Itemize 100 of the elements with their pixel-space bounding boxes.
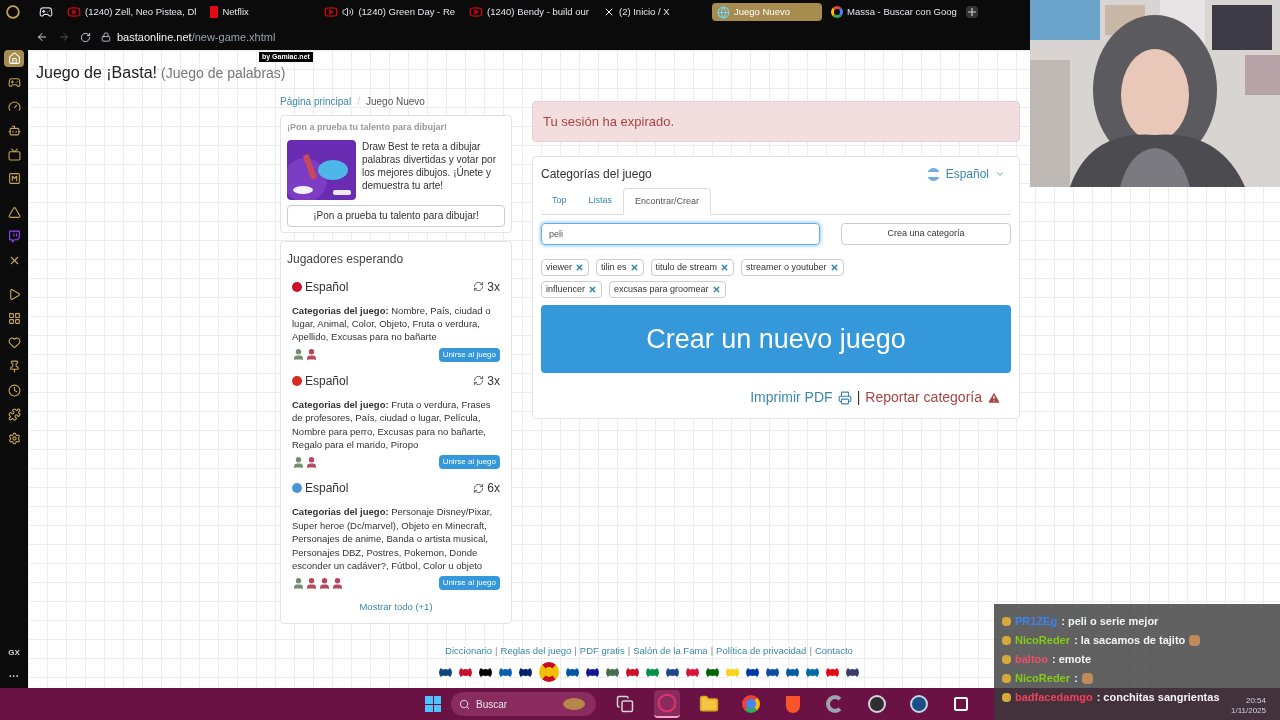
grid-icon [7, 312, 21, 325]
language-label: Español [305, 480, 349, 498]
category-tab[interactable]: Top [541, 188, 578, 214]
category-search-field[interactable]: peli [541, 223, 820, 245]
remove-icon[interactable] [711, 285, 721, 294]
taskbar-search-field[interactable]: Buscar [451, 692, 596, 716]
rounds-icon [473, 375, 485, 387]
chat-message: : emote [1052, 651, 1092, 667]
print-link[interactable]: Imprimir PDF [750, 387, 852, 408]
browser-tab[interactable]: Netflix [205, 3, 316, 21]
sidebar-button[interactable] [4, 50, 24, 67]
chat-username: baltoo [1015, 651, 1048, 667]
heart-icon [7, 336, 21, 349]
language-dropdown[interactable]: Español [926, 165, 1005, 183]
clock-icon [7, 384, 21, 397]
link-separator: | [710, 643, 714, 658]
browser-tab[interactable]: (1240) Green Day - Re [319, 3, 461, 21]
category-tag[interactable]: tilin es [596, 259, 644, 276]
m-square-icon [7, 172, 21, 185]
chat-message: : [1074, 670, 1078, 686]
play-icon [67, 5, 81, 19]
link-separator: | [856, 388, 861, 407]
page-subtitle: (Juego de palabras) [160, 64, 286, 83]
chat-bubble-icon [7, 230, 21, 243]
gauge-icon [7, 100, 21, 113]
play-icon [324, 5, 339, 19]
browser-tab[interactable]: (1240) Zell, Neo Pistea, Dl [62, 3, 202, 21]
chat-message: : la sacamos de tajito [1074, 632, 1186, 648]
link-separator: | [809, 643, 812, 658]
search-icon [459, 698, 470, 710]
triangle-icon [7, 206, 21, 219]
caret-icon [995, 169, 1005, 179]
reload-icon[interactable] [80, 31, 91, 43]
lion-shield-icon [786, 695, 800, 713]
alert-text: Tu sesión ha expirado. [543, 112, 675, 131]
remove-icon[interactable] [588, 285, 598, 294]
remove-icon[interactable] [720, 263, 730, 272]
rounds-count: 6x [487, 480, 500, 498]
show-all-link[interactable]: Mostrar todo (+1) [359, 600, 433, 615]
report-link[interactable]: Reportar categoría [865, 387, 1001, 408]
tab-title: Massa - Buscar con Goog [846, 4, 957, 19]
promo-button[interactable]: ¡Pon a prueba tu talento para dibujar! [287, 204, 505, 227]
address-field[interactable]: bastaonline.net/new-game.xhtml [117, 28, 276, 46]
flag-icon [926, 167, 940, 181]
browser-logo-icon[interactable] [6, 5, 20, 19]
category-tag[interactable]: titulo de stream [650, 259, 735, 276]
category-tag[interactable]: viewer [541, 259, 589, 276]
footer-link[interactable]: Diccionario [445, 643, 493, 658]
back-icon[interactable] [36, 31, 48, 43]
browser-tab[interactable]: (2) Inicio / X [597, 3, 708, 21]
rounds-icon [473, 482, 485, 494]
gx-label[interactable]: GX [8, 647, 20, 659]
footer-link[interactable]: Salón de la Fama [633, 643, 708, 658]
flag-icon[interactable] [539, 662, 559, 682]
browser-tab[interactable]: (1240) Bendy - build our [464, 3, 594, 21]
printer-icon [837, 390, 852, 405]
ring-icon [657, 693, 677, 713]
rounds-count: 3x [487, 278, 500, 296]
tab-title: Netflix [222, 4, 249, 19]
footer-link[interactable]: PDF gratis [579, 643, 625, 658]
home-icon [7, 52, 21, 65]
promo-heading: ¡Pon a prueba tu talento para dibujar! [287, 121, 448, 134]
category-tag[interactable]: excusas para groomear [609, 281, 726, 298]
remove-icon[interactable] [829, 263, 839, 272]
promo-text: Draw Best te reta a dibujar palabras divertidas y votar por los mejores dibujos. ¡Únete y demuestra tu arte! [362, 139, 497, 193]
category-tab[interactable]: Encontrar/Crear [623, 188, 712, 215]
footer-link[interactable]: Reglas del juego [500, 643, 572, 658]
gamepad-icon [39, 5, 53, 19]
breadcrumb-link[interactable]: Página principal [280, 93, 352, 109]
footer-link[interactable]: Contacto [814, 643, 853, 658]
category-tag[interactable]: influencer [541, 281, 603, 298]
lock-icon [101, 32, 111, 42]
chat-username: badfacedamgo [1015, 689, 1093, 705]
chrome-icon [742, 695, 760, 713]
remove-icon[interactable] [575, 263, 584, 272]
page-title: Juego de ¡Basta! [36, 63, 157, 83]
more-label[interactable]: ··· [9, 669, 19, 684]
rounds-count: 3x [487, 372, 500, 390]
windows-start-icon[interactable] [425, 696, 441, 712]
gamepad-icon [7, 76, 21, 89]
tab-title: (1240) Green Day - Re [358, 4, 456, 19]
browser-tab[interactable]: Massa - Buscar con Goog [825, 3, 962, 21]
plus-icon[interactable] [965, 6, 978, 18]
create-category-button[interactable]: Crea una categoría [841, 223, 1011, 245]
pin-icon [7, 360, 21, 373]
footer-link[interactable]: Política de privacidad [716, 643, 807, 658]
emote-icon [1189, 634, 1201, 646]
waiting-title: Jugadores esperando [287, 250, 405, 268]
category-list: Categorias del juego: Nombre, País, ciudad o lugar, Animal, Color, Objeto, Fruta o verdura, Apellido, Excusas para no bañarte [292, 303, 500, 344]
category-tab[interactable]: Listas [577, 188, 624, 214]
folder-icon [699, 694, 719, 714]
speaker-icon [342, 6, 355, 18]
play-icon [469, 5, 484, 19]
clock-time: 20:54 [1245, 696, 1266, 706]
breadcrumb-current: Juego Nuevo [365, 94, 425, 109]
play-icon [7, 288, 21, 301]
category-tag[interactable]: streamer o youtuber [741, 259, 844, 276]
chat-message: : peli o serie mejor [1061, 613, 1159, 629]
rounds-icon [473, 281, 485, 292]
remove-icon[interactable] [629, 263, 639, 272]
